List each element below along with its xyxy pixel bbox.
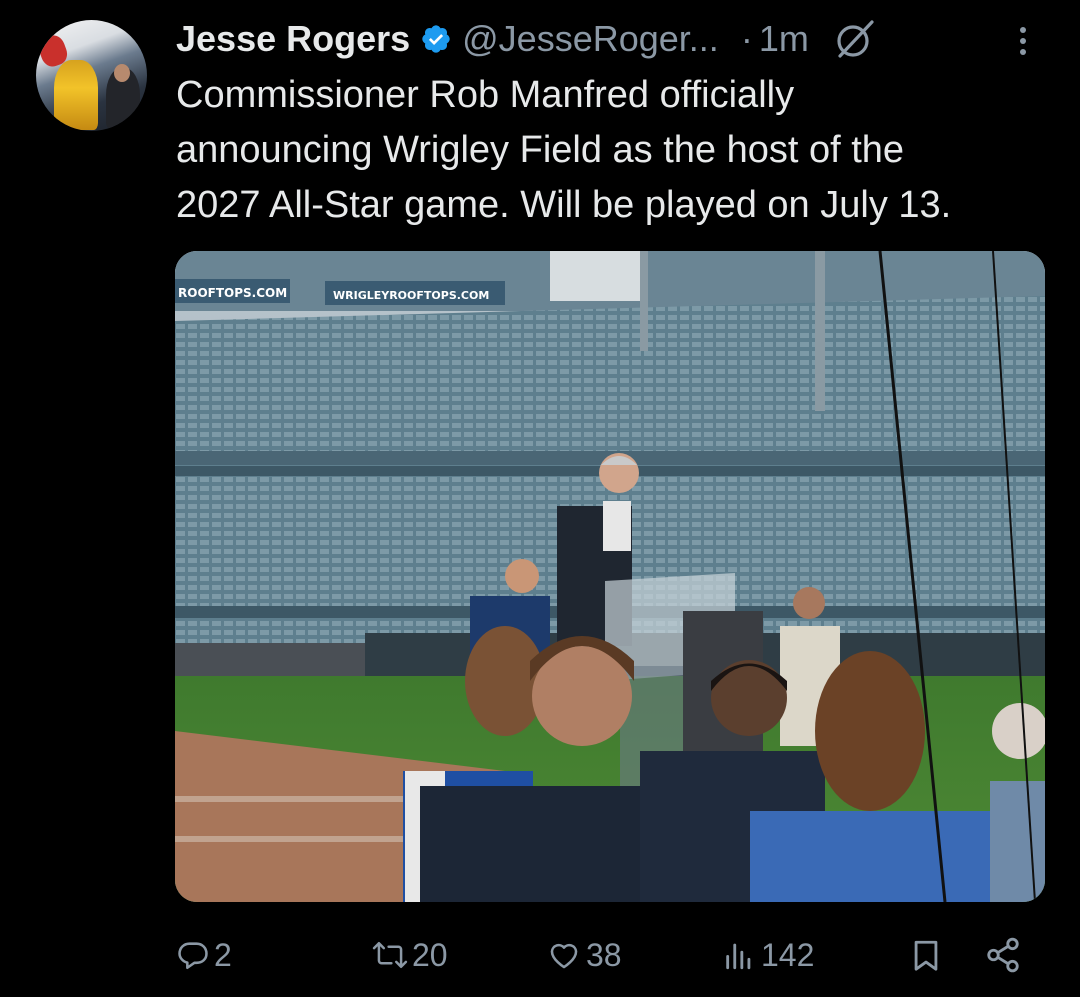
reply-icon [178,942,208,970]
grok-icon[interactable] [831,16,877,62]
author-display-name[interactable]: Jesse Rogers [176,18,410,60]
bookmark-icon [914,940,938,971]
like-button[interactable]: 38 [546,928,622,982]
sign-rooftops: ROOFTOPS.COM [178,286,287,300]
repost-icon [372,941,408,969]
views-icon [726,943,751,970]
like-count: 38 [586,936,622,973]
more-options-icon[interactable] [1008,22,1038,62]
tweet-action-bar: 2 20 38 142 [176,928,1036,982]
repost-count: 20 [412,936,448,973]
verified-badge-icon [422,25,450,53]
bookmark-button[interactable] [909,928,943,982]
views-button[interactable]: 142 [721,928,814,982]
like-icon [550,943,578,969]
header-separator: · [740,18,753,59]
share-icon [987,937,1019,973]
avatar-head [114,64,130,82]
tweet-header: Jesse Rogers @JesseRoger... · 1m [176,14,1056,64]
share-button[interactable] [984,928,1022,982]
sign-wrigley-rooftops: WRIGLEYROOFTOPS.COM [333,289,489,302]
stadium-photo-illustration: ROOFTOPS.COM WRIGLEYROOFTOPS.COM [175,251,1045,902]
views-count: 142 [761,936,815,973]
avatar-splash [54,60,98,130]
tweet-text: Commissioner Rob Manfred officially anno… [176,74,952,226]
reply-button[interactable]: 2 [176,928,232,982]
tweet-photo[interactable]: ROOFTOPS.COM WRIGLEYROOFTOPS.COM [175,251,1045,902]
author-avatar[interactable] [36,20,147,131]
repost-button[interactable]: 20 [372,928,448,982]
reply-count: 2 [214,936,232,973]
tweet-timestamp[interactable]: 1m [759,18,809,60]
author-handle[interactable]: @JesseRoger... [462,18,719,60]
